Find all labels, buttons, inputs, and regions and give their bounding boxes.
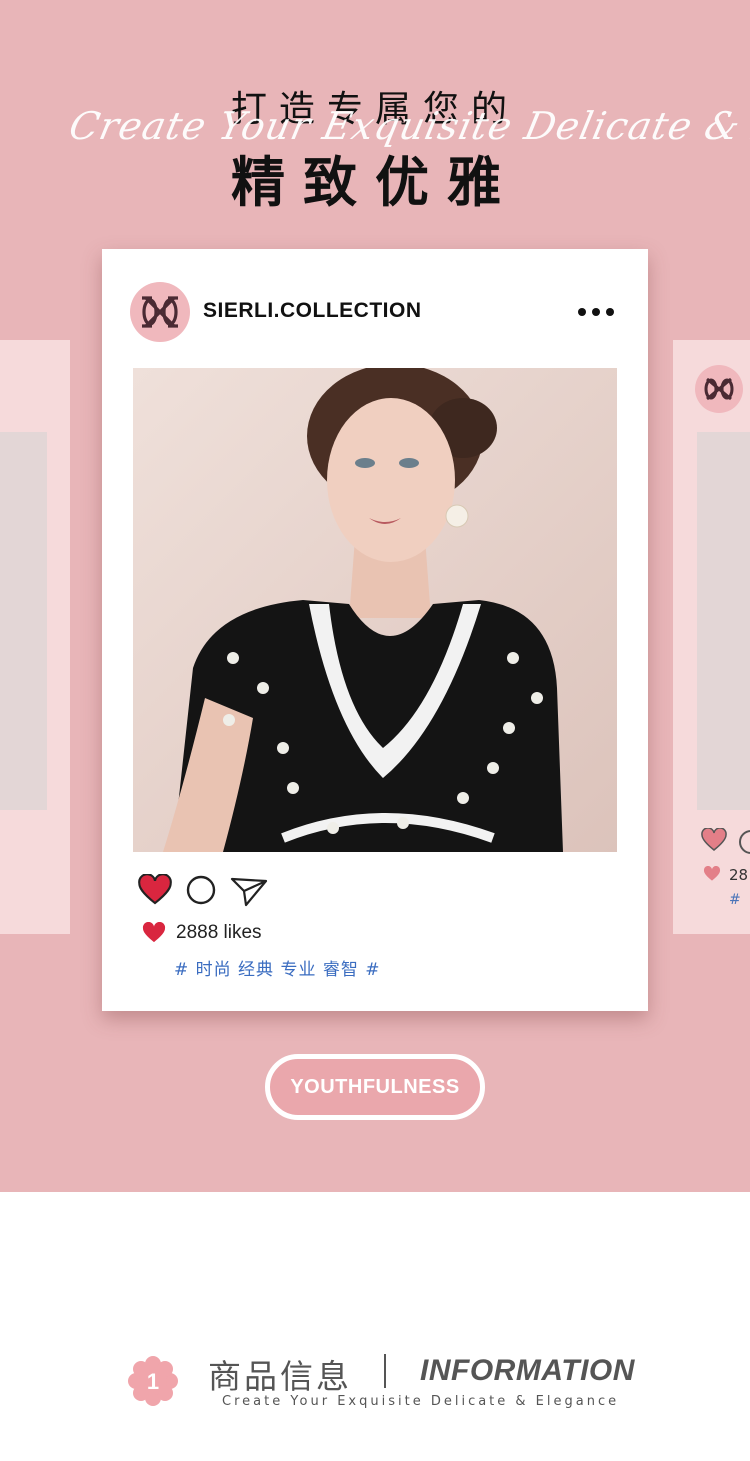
comment-icon[interactable] xyxy=(186,875,216,905)
model-photo-illustration xyxy=(133,368,617,852)
section-header: 1 商品信息 INFORMATION Create Your Exquisite… xyxy=(0,1340,750,1430)
section-title-cn: 商品信息 xyxy=(208,1357,352,1396)
badge-number: 1 xyxy=(147,1369,159,1394)
post-username[interactable]: SIERLI.COLLECTION xyxy=(203,299,422,323)
heart-icon[interactable] xyxy=(701,828,727,852)
more-icon[interactable] xyxy=(576,299,616,325)
avatar[interactable] xyxy=(130,282,190,342)
post-card: SIERLI.COLLECTION 2888 likes # 时尚 经典 专业 … xyxy=(102,249,648,1011)
headline-line2: 精致优雅 xyxy=(231,151,519,214)
flower-badge-icon: 1 xyxy=(128,1356,178,1406)
likes-count: 28 xyxy=(729,866,749,884)
section-title-en: INFORMATION xyxy=(420,1354,635,1387)
heart-icon xyxy=(142,922,166,943)
hashtags[interactable]: # 时尚 经典 专业 睿智 # xyxy=(174,955,381,980)
hashtags: # xyxy=(729,892,741,908)
send-icon[interactable] xyxy=(230,875,268,907)
post-photo xyxy=(133,368,617,852)
avatar xyxy=(695,365,743,413)
logo-icon xyxy=(704,377,734,401)
heart-icon xyxy=(703,866,721,881)
logo-icon xyxy=(142,296,178,328)
side-card-right[interactable]: 28 # xyxy=(673,340,750,934)
side-card-photo xyxy=(0,432,47,810)
comment-icon[interactable] xyxy=(739,830,750,854)
divider xyxy=(384,1354,386,1388)
section-subtitle: Create Your Exquisite Delicate & Eleganc… xyxy=(222,1394,620,1409)
side-card-left[interactable] xyxy=(0,340,70,934)
likes-count[interactable]: 2888 likes xyxy=(176,922,262,944)
side-card-photo xyxy=(697,432,750,810)
post-actions xyxy=(138,874,338,914)
youthfulness-button[interactable]: YOUTHFULNESS xyxy=(265,1054,485,1120)
heart-icon[interactable] xyxy=(138,874,172,906)
